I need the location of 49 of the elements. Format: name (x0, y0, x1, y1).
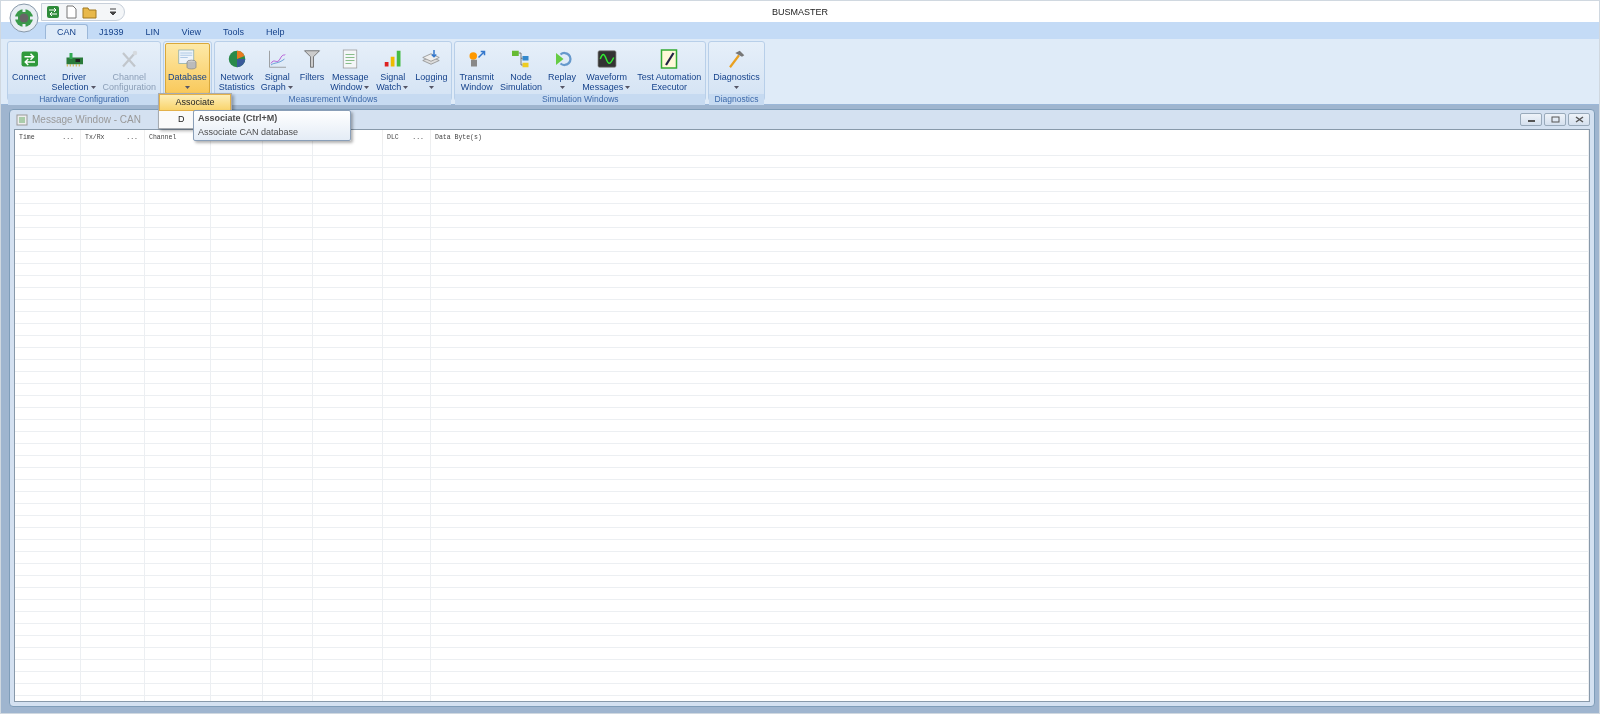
connect-icon[interactable] (46, 4, 60, 19)
customize-caret-icon[interactable] (110, 7, 116, 16)
message-window-icon (16, 113, 28, 126)
ribbon-tab[interactable]: J1939 (88, 25, 135, 39)
ribbon-button[interactable]: Driver Selection (48, 43, 100, 94)
ribbon-tab[interactable]: Tools (211, 25, 255, 39)
group-label: Simulation Windows (542, 94, 619, 104)
tooltip-title: Associate (Ctrl+M) (198, 113, 279, 123)
new-file-icon[interactable] (64, 4, 78, 19)
tooltip-text: Associate CAN database (198, 127, 300, 137)
caret-icon (184, 85, 192, 90)
ribbon-tab[interactable]: Help (254, 25, 296, 39)
caret-icon (286, 85, 294, 90)
caret-icon (428, 85, 436, 90)
ribbon-button[interactable]: Diagnostics (710, 43, 763, 94)
caret-icon (624, 85, 632, 90)
ribbon-button[interactable]: Signal Watch (373, 43, 413, 94)
ribbon-button[interactable]: Test Automation Executor (634, 43, 705, 94)
ribbon-tab[interactable]: LIN (134, 25, 171, 39)
ribbon-button[interactable]: Message Window (327, 43, 374, 94)
caret-icon (733, 85, 741, 90)
close-icon (1574, 116, 1584, 123)
ribbon-button[interactable]: Filters (296, 43, 328, 94)
caret-icon (89, 85, 97, 90)
ribbon-button[interactable]: Database (165, 43, 210, 94)
group-label: Hardware Configuration (39, 94, 129, 104)
caret-icon (402, 85, 410, 90)
minimize-button[interactable] (1520, 113, 1542, 126)
message-window-title: Message Window - CAN (32, 114, 141, 125)
ribbon-button[interactable]: Network Statistics (215, 43, 258, 94)
caret-icon (559, 85, 567, 90)
close-button[interactable] (1568, 113, 1590, 126)
caret-icon (363, 85, 371, 90)
ribbon-button[interactable]: Connect (9, 43, 49, 94)
group-label: Diagnostics (714, 94, 759, 104)
menu-item[interactable]: Associate (159, 94, 231, 111)
restore-icon (1550, 116, 1560, 123)
ribbon-button[interactable]: Logging (412, 43, 451, 94)
ribbon-button[interactable]: Transmit Window (456, 43, 498, 94)
group-label: Measurement Windows (288, 94, 378, 104)
window-title: BUSMASTER (772, 6, 828, 17)
ribbon-button[interactable]: Node Simulation (497, 43, 546, 94)
ribbon-tab[interactable]: CAN (45, 24, 88, 39)
ribbon-tab[interactable]: View (170, 25, 212, 39)
ribbon-button[interactable]: Replay (545, 43, 580, 94)
database-icon (175, 46, 200, 71)
ribbon-button[interactable]: Waveform Messages (579, 43, 635, 94)
ribbon-button[interactable]: Signal Graph (257, 43, 297, 94)
folder-icon[interactable] (82, 4, 98, 19)
